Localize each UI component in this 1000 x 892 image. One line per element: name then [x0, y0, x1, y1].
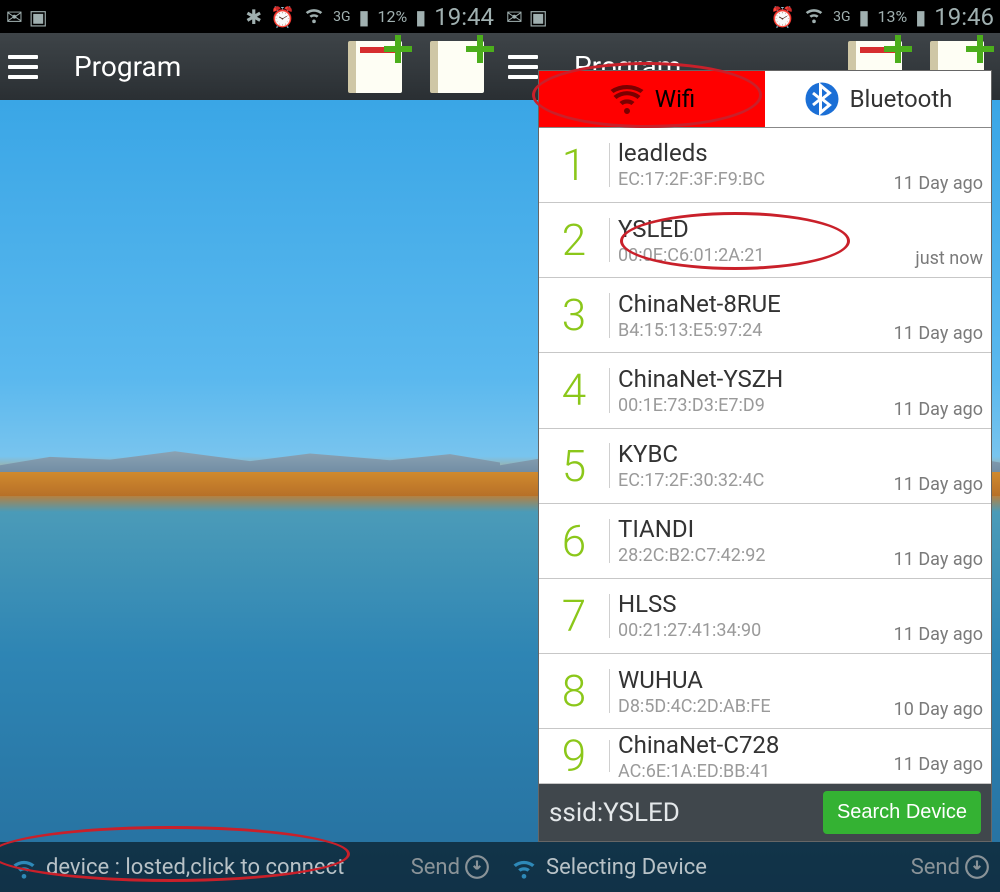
mail-icon: ✉	[506, 5, 523, 29]
download-circle-icon	[964, 854, 990, 880]
network-type: 3G	[333, 9, 350, 25]
device-row[interactable]: 5 KYBCEC:17:2F:30:32:4C11 Day ago	[539, 429, 991, 504]
device-index: 7	[547, 590, 601, 642]
device-ago: 11 Day ago	[894, 323, 983, 352]
battery-icon: ▮	[415, 5, 426, 29]
device-ago: 11 Day ago	[894, 399, 983, 428]
device-mac: AC:6E:1A:ED:BB:41	[618, 761, 894, 782]
tab-wifi[interactable]: Wifi	[539, 71, 765, 127]
device-index: 2	[547, 214, 601, 266]
device-row[interactable]: 8 WUHUAD8:5D:4C:2D:AB:FE10 Day ago	[539, 654, 991, 729]
battery-percent: 13%	[878, 7, 908, 26]
menu-button[interactable]	[508, 55, 538, 79]
device-mac: 28:2C:B2:C7:42:92	[618, 545, 894, 566]
device-name: HLSS	[618, 590, 894, 618]
alarm-icon: ⏰	[270, 5, 295, 29]
page-title: Program	[54, 50, 328, 83]
download-icon: ▣	[529, 5, 548, 29]
bluetooth-icon: ✱	[245, 5, 262, 29]
device-mac: EC:17:2F:30:32:4C	[618, 470, 894, 491]
add-page-button[interactable]	[344, 37, 410, 97]
device-row[interactable]: 4 ChinaNet-YSZH00:1E:73:D3:E7:D911 Day ag…	[539, 353, 991, 428]
device-mac: 00:0E:C6:01:2A:21	[618, 245, 915, 266]
device-index: 1	[547, 139, 601, 191]
dialog-footer: ssid:YSLED Search Device	[539, 784, 991, 841]
device-row[interactable]: 1 leadledsEC:17:2F:3F:F9:BC11 Day ago	[539, 128, 991, 203]
phone-left: ✉ ▣ ✱ ⏰ 3G ▮ 12% ▮ 19:44 Program device …	[0, 0, 500, 892]
device-row[interactable]: 9 ChinaNet-C728AC:6E:1A:ED:BB:4111 Day ag…	[539, 729, 991, 784]
device-row[interactable]: 7 HLSS00:21:27:41:34:9011 Day ago	[539, 579, 991, 654]
device-ago: 11 Day ago	[894, 474, 983, 503]
battery-percent: 12%	[378, 7, 408, 26]
download-icon: ▣	[29, 5, 48, 29]
device-name: ChinaNet-YSZH	[618, 365, 894, 393]
device-ago: 11 Day ago	[894, 549, 983, 578]
device-index: 8	[547, 665, 601, 717]
status-bar: ✉ ▣ ✱ ⏰ 3G ▮ 12% ▮ 19:44	[0, 0, 500, 33]
device-name: ChinaNet-8RUE	[618, 290, 894, 318]
device-status-text[interactable]: device : losted,click to connect	[46, 855, 344, 880]
device-ago: 11 Day ago	[894, 624, 983, 653]
device-dialog: Wifi Bluetooth 1 leadledsEC:17:2F:3F:F9:B…	[538, 70, 992, 842]
device-mac: EC:17:2F:3F:F9:BC	[618, 169, 894, 190]
device-list: 1leadledsEC:17:2F:3F:F9:BC11 Day ago2YSL…	[539, 128, 991, 784]
device-name: KYBC	[618, 440, 894, 468]
send-button[interactable]: Send	[911, 854, 990, 880]
device-ago: just now	[915, 248, 983, 277]
alarm-icon: ⏰	[770, 5, 795, 29]
network-type: 3G	[833, 9, 850, 25]
clock: 19:44	[434, 3, 494, 31]
search-device-button[interactable]: Search Device	[823, 791, 981, 834]
device-name: TIANDI	[618, 515, 894, 543]
wifi-icon	[803, 3, 825, 30]
device-ago: 10 Day ago	[894, 699, 983, 728]
download-circle-icon	[464, 854, 490, 880]
device-ago: 11 Day ago	[894, 754, 983, 783]
device-mac: 00:1E:73:D3:E7:D9	[618, 395, 894, 416]
wallpaper	[0, 100, 500, 892]
wifi-icon	[510, 853, 538, 881]
battery-icon: ▮	[915, 5, 926, 29]
tab-bluetooth[interactable]: Bluetooth	[765, 71, 991, 127]
device-row[interactable]: 6 TIANDI28:2C:B2:C7:42:9211 Day ago	[539, 504, 991, 579]
connection-tabs: Wifi Bluetooth	[539, 71, 991, 128]
send-button[interactable]: Send	[411, 854, 490, 880]
device-name: YSLED	[618, 215, 915, 243]
device-name: ChinaNet-C728	[618, 731, 894, 759]
device-row[interactable]: 3 ChinaNet-8RUEB4:15:13:E5:97:2411 Day ag…	[539, 278, 991, 353]
menu-button[interactable]	[8, 55, 38, 79]
app-bar: Program	[0, 33, 500, 100]
device-status-text: Selecting Device	[546, 855, 707, 880]
signal-icon: ▮	[359, 5, 370, 29]
device-index: 5	[547, 440, 601, 492]
device-mac: 00:21:27:41:34:90	[618, 620, 894, 641]
mail-icon: ✉	[6, 5, 23, 29]
device-index: 4	[547, 364, 601, 416]
device-name: leadleds	[618, 139, 894, 167]
status-bar: ✉ ▣ ⏰ 3G ▮ 13% ▮ 19:46	[500, 0, 1000, 33]
device-name: WUHUA	[618, 666, 894, 694]
device-ago: 11 Day ago	[894, 173, 983, 202]
bottom-bar: device : losted,click to connect Send	[0, 842, 500, 892]
phone-right: ✉ ▣ ⏰ 3G ▮ 13% ▮ 19:46 Program Selecting…	[500, 0, 1000, 892]
signal-icon: ▮	[859, 5, 870, 29]
device-index: 3	[547, 289, 601, 341]
device-index: 9	[547, 730, 601, 782]
add-list-button[interactable]	[426, 37, 492, 97]
bluetooth-icon	[804, 81, 840, 117]
device-index: 6	[547, 515, 601, 567]
device-mac: B4:15:13:E5:97:24	[618, 320, 894, 341]
device-row[interactable]: 2 YSLED00:0E:C6:01:2A:21just now	[539, 203, 991, 278]
device-mac: D8:5D:4C:2D:AB:FE	[618, 696, 894, 717]
bottom-bar: Selecting Device Send	[500, 842, 1000, 892]
clock: 19:46	[934, 3, 994, 31]
ssid-label: ssid:YSLED	[549, 798, 813, 828]
wifi-icon	[609, 81, 645, 117]
wifi-icon	[10, 853, 38, 881]
wifi-icon	[303, 3, 325, 30]
